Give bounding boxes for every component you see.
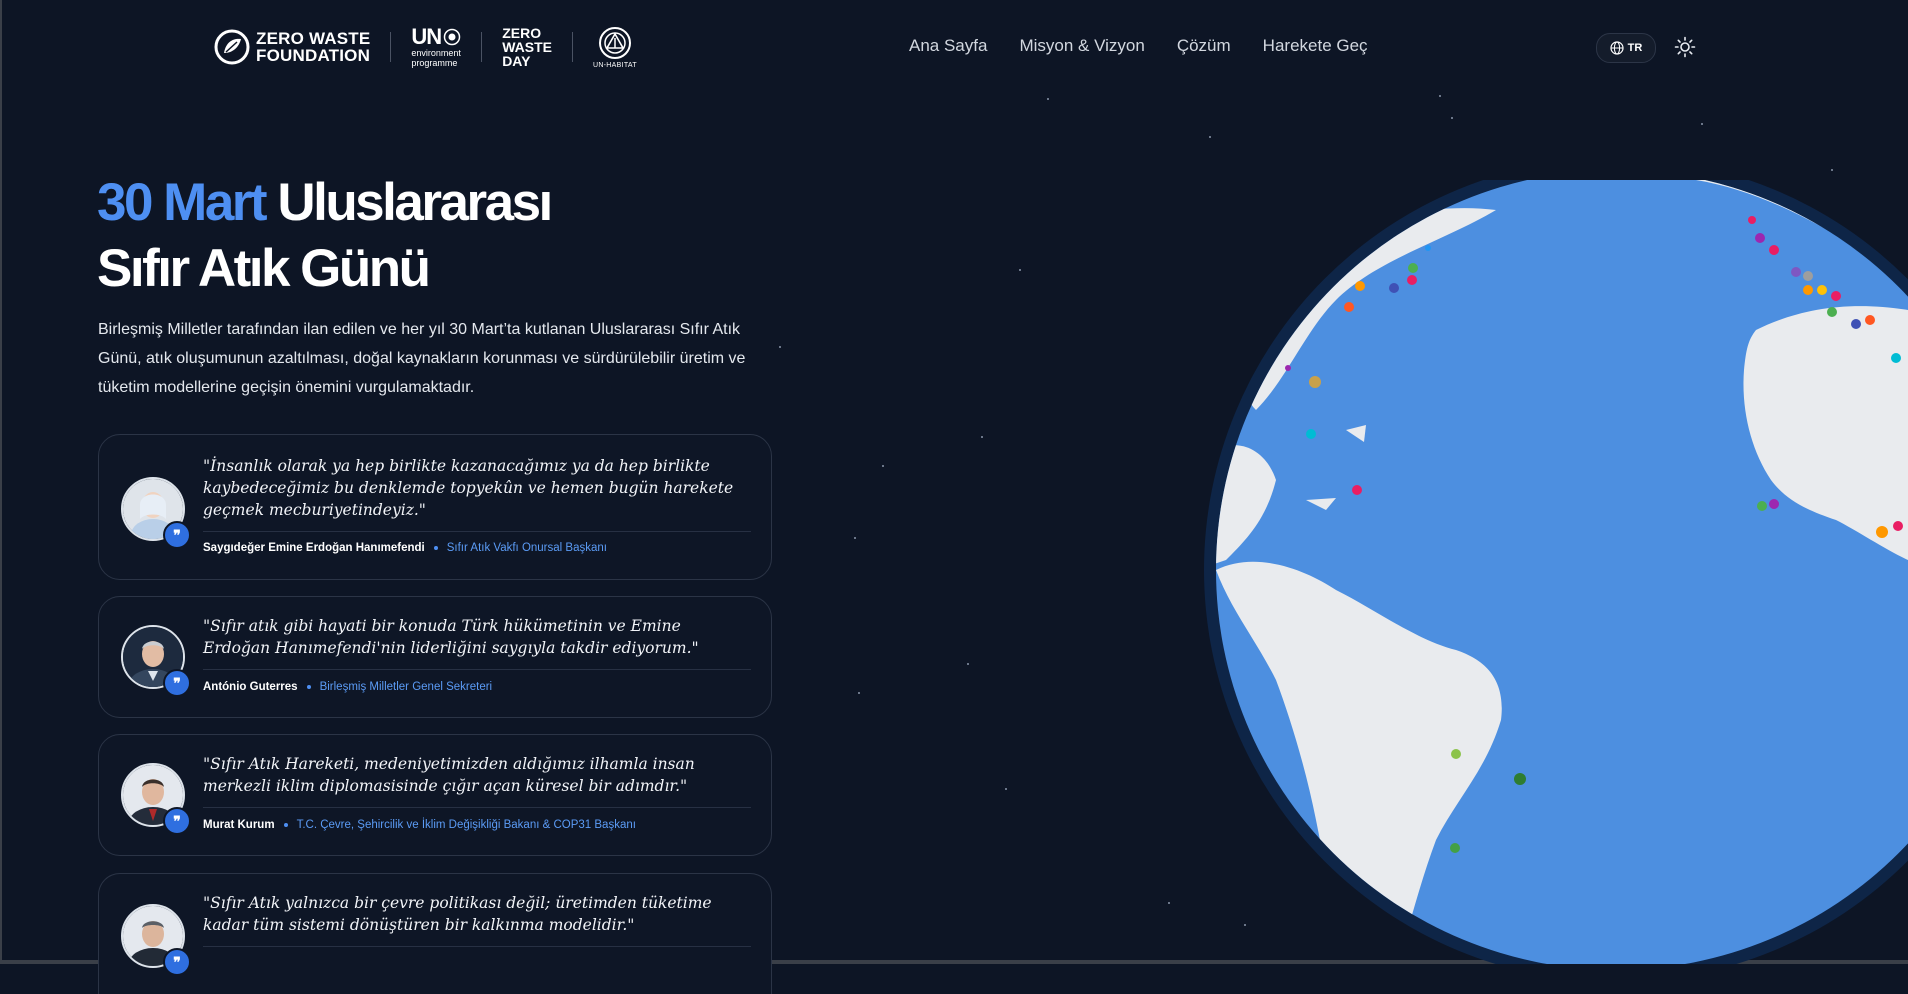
quote-card-4: ❞ "Sıfır Atık yalnızca bir çevre politik…	[98, 873, 772, 994]
zwd-line2: WASTE	[502, 39, 552, 55]
zero-waste-leaf-icon	[214, 29, 250, 65]
un-habitat-logo[interactable]: UN-HABITAT	[593, 26, 637, 69]
quote-text: "Sıfır Atık Hareketi, medeniyetimizden a…	[203, 755, 695, 795]
un-habitat-emblem-icon	[598, 26, 631, 59]
nav-item-home[interactable]: Ana Sayfa	[909, 36, 987, 56]
quote-author: Saygıdeğer Emine Erdoğan Hanımefendi	[203, 542, 425, 554]
quote-divider	[203, 946, 751, 947]
quote-text: "İnsanlık olarak ya hep birlikte kazanac…	[203, 457, 734, 519]
partner-logos: ZERO WASTE FOUNDATION UN environment pro…	[214, 22, 637, 72]
quote-icon: ❞	[163, 807, 191, 835]
quote-author: António Guterres	[203, 681, 298, 693]
globe-icon	[1610, 41, 1624, 55]
quote-author-role: Birleşmiş Milletler Genel Sekreteri	[319, 681, 493, 693]
quote-attribution: Saygıdeğer Emine Erdoğan Hanımefendi Sıf…	[203, 542, 607, 554]
quote-attribution: Murat Kurum T.C. Çevre, Şehircilik ve İk…	[203, 819, 636, 831]
unep-logo[interactable]: UN environment programme	[411, 24, 461, 69]
logo-divider	[571, 32, 573, 62]
nav-item-take-action[interactable]: Harekete Geç	[1263, 36, 1368, 56]
globe-illustration	[1204, 180, 1908, 964]
quote-icon: ❞	[163, 669, 191, 697]
unep-line2: programme	[411, 58, 458, 68]
title-accent: 30 Mart	[97, 173, 268, 232]
zwf-line2: FOUNDATION	[256, 46, 371, 65]
separator-dot	[433, 546, 438, 550]
unep-line1: environment	[411, 48, 461, 58]
quote-icon: ❞	[163, 948, 191, 976]
logo-divider	[481, 32, 483, 62]
zwf-line1: ZERO WASTE	[256, 29, 371, 48]
language-selector[interactable]: TR	[1596, 33, 1656, 63]
quote-text: "Sıfır atık gibi hayati bir konuda Türk …	[203, 617, 699, 657]
un-emblem-icon	[443, 28, 461, 46]
language-label: TR	[1627, 42, 1643, 54]
zwd-line3: DAY	[502, 53, 531, 69]
hero-description: Birleşmiş Milletler tarafından ilan edil…	[98, 321, 746, 396]
quote-author-role: T.C. Çevre, Şehircilik ve İklim Değişikl…	[296, 819, 636, 831]
quote-card-antonio-guterres: ❞ "Sıfır atık gibi hayati bir konuda Tür…	[98, 596, 772, 718]
quote-card-murat-kurum: ❞ "Sıfır Atık Hareketi, medeniyetimizden…	[98, 734, 772, 856]
separator-dot	[283, 823, 288, 827]
logo-divider	[390, 32, 392, 62]
page-title: 30 Mart Uluslararası Sıfır Atık Günü	[97, 170, 553, 302]
sun-icon[interactable]	[1674, 36, 1696, 58]
title-line2: Sıfır Atık Günü	[97, 239, 431, 298]
un-mark: UN	[411, 24, 442, 49]
quote-text: "Sıfır Atık yalnızca bir çevre politikas…	[203, 894, 712, 934]
site-header: ZERO WASTE FOUNDATION UN environment pro…	[0, 0, 1908, 96]
zero-waste-foundation-logo[interactable]: ZERO WASTE FOUNDATION	[214, 29, 370, 65]
quote-divider	[203, 807, 751, 808]
quote-author: Murat Kurum	[203, 819, 275, 831]
quote-author-role: Sıfır Atık Vakfı Onursal Başkanı	[446, 542, 607, 554]
quote-attribution: António Guterres Birleşmiş Milletler Gen…	[203, 681, 492, 693]
quote-divider	[203, 669, 751, 670]
separator-dot	[306, 685, 311, 689]
main-navigation: Ana Sayfa Misyon & Vizyon Çözüm Harekete…	[909, 36, 1400, 56]
un-habitat-label: UN-HABITAT	[592, 61, 637, 69]
title-rest: Uluslararası	[277, 173, 553, 232]
nav-item-mission-vision[interactable]: Misyon & Vizyon	[1019, 36, 1144, 56]
quote-divider	[203, 531, 751, 532]
quote-icon: ❞	[163, 521, 191, 549]
zero-waste-day-logo[interactable]: ZERO WASTE DAY	[502, 26, 552, 68]
zwd-line1: ZERO	[502, 25, 542, 41]
quote-card-emine-erdogan: ❞ "İnsanlık olarak ya hep birlikte kazan…	[98, 434, 772, 580]
nav-item-solution[interactable]: Çözüm	[1177, 36, 1231, 56]
